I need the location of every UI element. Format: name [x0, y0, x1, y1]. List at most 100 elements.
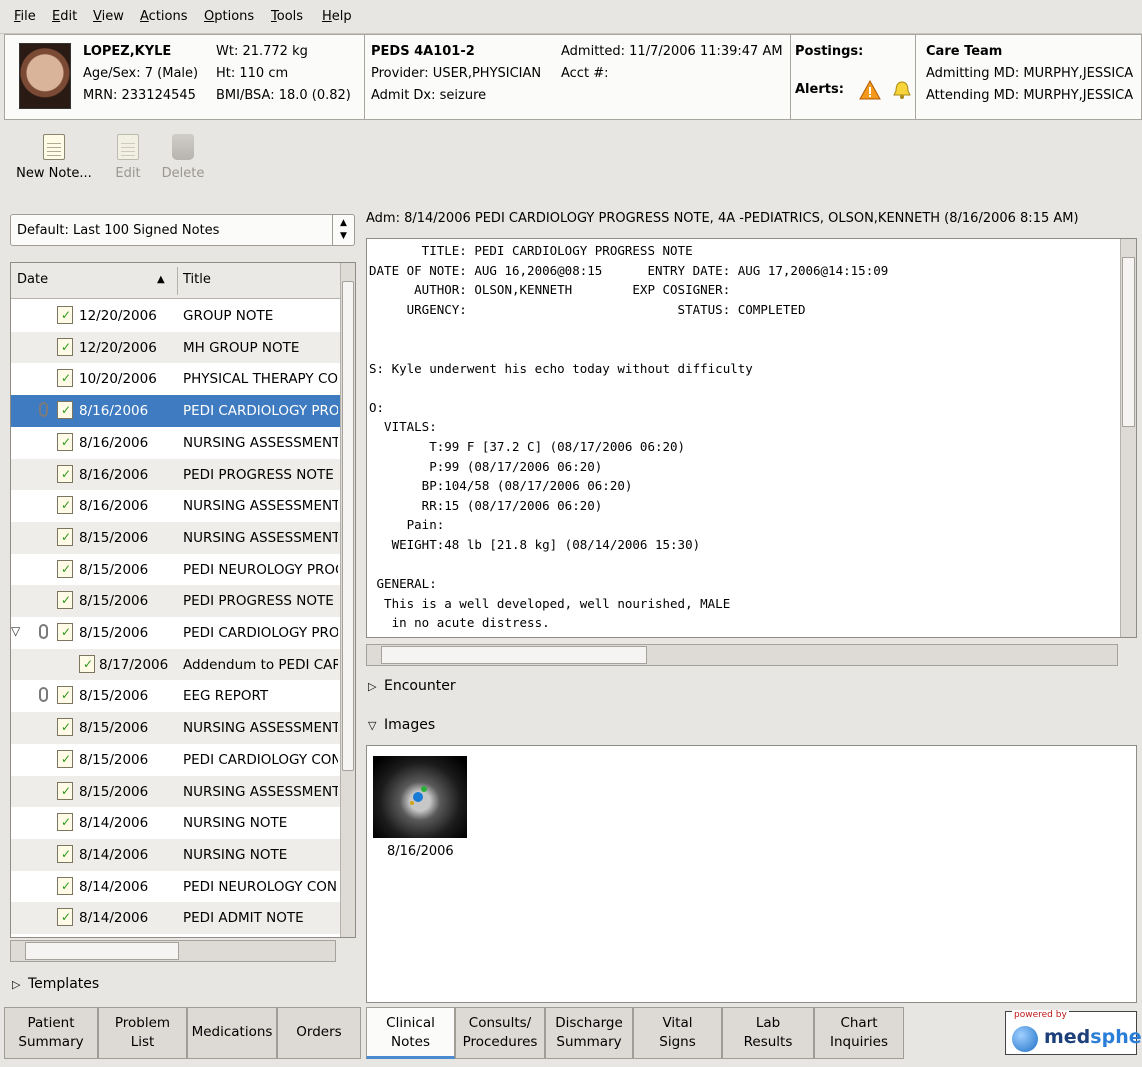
tab-label: Discharge	[555, 1015, 623, 1031]
list-item[interactable]: 8/15/2006 NURSING ASSESSMENT	[11, 521, 341, 554]
encounter-expander[interactable]: ▷ Encounter	[368, 678, 456, 694]
bell-icon[interactable]	[891, 79, 913, 101]
column-title[interactable]: Title	[183, 272, 211, 287]
note-date: 8/14/2006	[79, 878, 149, 895]
tab-label: Results	[743, 1034, 793, 1050]
tab-consults-procedures[interactable]: Consults/Procedures	[455, 1007, 545, 1059]
tab-chart-inquiries[interactable]: Chart Inquiries	[814, 1007, 904, 1059]
note-hscrollbar[interactable]	[366, 644, 1118, 666]
globe-icon	[1012, 1026, 1038, 1052]
warning-icon[interactable]	[859, 79, 881, 101]
templates-expander[interactable]: ▷ Templates	[12, 976, 99, 992]
tab-problem-list[interactable]: Problem List	[98, 1007, 187, 1059]
notes-list-hscrollbar[interactable]	[10, 940, 336, 962]
signed-note-icon	[57, 337, 73, 356]
list-item[interactable]: 8/15/2006 PEDI PROGRESS NOTE	[11, 585, 341, 617]
list-item[interactable]: 8/14/2006 NURSING NOTE	[11, 838, 341, 871]
list-item[interactable]: 12/20/2006 MH GROUP NOTE	[11, 331, 341, 364]
tab-lab-results[interactable]: Lab Results	[722, 1007, 814, 1059]
paperclip-icon	[39, 687, 48, 703]
note-text-view[interactable]: TITLE: PEDI CARDIOLOGY PROGRESS NOTE DAT…	[366, 238, 1137, 638]
tab-vital-signs[interactable]: Vital Signs	[633, 1007, 722, 1059]
note-title: NURSING NOTE	[183, 846, 288, 863]
note-date: 8/15/2006	[79, 529, 149, 546]
alerts-label: Alerts:	[795, 82, 844, 97]
tab-orders[interactable]: Orders	[277, 1007, 361, 1059]
signed-note-icon	[57, 813, 73, 832]
list-item[interactable]: 8/16/2006 NURSING ASSESSMENT	[11, 490, 341, 522]
menu-tools[interactable]: Tools	[271, 9, 303, 24]
list-item[interactable]: 8/14/2006 PEDI NEUROLOGY CONS	[11, 871, 341, 903]
menu-edit[interactable]: Edit	[52, 9, 77, 24]
list-item[interactable]: 12/20/2006 GROUP NOTE	[11, 300, 341, 332]
edit-button[interactable]: Edit	[110, 134, 146, 181]
signed-note-icon	[57, 749, 73, 768]
column-date[interactable]: Date	[17, 272, 48, 287]
powered-by-label: powered by	[1012, 1010, 1069, 1020]
list-item[interactable]: 8/16/2006 NURSING ASSESSMENT	[11, 427, 341, 459]
new-note-icon	[43, 134, 65, 160]
admitting-md: Admitting MD: MURPHY,JESSICA	[926, 66, 1134, 81]
logo-text-med: med	[1044, 1026, 1091, 1048]
menu-view[interactable]: View	[93, 9, 124, 24]
list-item[interactable]: 8/16/2006 PEDI PROGRESS NOTE	[11, 458, 341, 491]
postings-panel[interactable]: Postings: Alerts:	[791, 35, 916, 119]
list-item[interactable]: ▽ 8/15/2006 PEDI CARDIOLOGY PROG	[11, 617, 341, 649]
tab-patient-summary[interactable]: Patient Summary	[4, 1007, 98, 1059]
encounter-info[interactable]: PEDS 4A101-2 Provider: USER,PHYSICIAN Ad…	[365, 35, 791, 119]
patient-bmi: BMI/BSA: 18.0 (0.82)	[216, 88, 351, 103]
note-title: PHYSICAL THERAPY CON	[183, 371, 338, 388]
list-item[interactable]: 8/15/2006 PEDI NEUROLOGY PROG	[11, 554, 341, 586]
tab-clinical-notes[interactable]: Clinical Notes	[366, 1007, 455, 1059]
list-item[interactable]: 8/15/2006 NURSING ASSESSMENT	[11, 712, 341, 744]
edit-note-icon	[117, 134, 139, 160]
echo-image-thumbnail[interactable]	[373, 756, 467, 838]
patient-info[interactable]: LOPEZ,KYLE Age/Sex: 7 (Male) MRN: 233124…	[5, 35, 365, 119]
list-item[interactable]: 8/14/2006 PEDI ADMIT NOTE	[11, 902, 341, 934]
note-date: 8/16/2006	[79, 434, 149, 451]
tab-medications[interactable]: Medications	[187, 1007, 277, 1059]
list-item[interactable]: 8/15/2006 NURSING ASSESSMENT	[11, 775, 341, 808]
note-vscrollbar[interactable]	[1120, 239, 1136, 637]
signed-note-icon	[57, 686, 73, 705]
menu-actions[interactable]: Actions	[140, 9, 188, 24]
menu-options[interactable]: Options	[204, 9, 254, 24]
tab-label: Vital	[662, 1015, 693, 1031]
care-team-panel[interactable]: Care Team Admitting MD: MURPHY,JESSICA A…	[916, 35, 1141, 119]
collapse-arrow-icon[interactable]: ▽	[11, 624, 20, 638]
list-item[interactable]: 8/15/2006 EEG REPORT	[11, 680, 341, 712]
note-title: MH GROUP NOTE	[183, 339, 300, 356]
menu-file[interactable]: File	[14, 9, 36, 24]
note-title: NURSING ASSESSMENT	[183, 498, 338, 515]
note-filter-select[interactable]: Default: Last 100 Signed Notes ▲ ▼	[10, 214, 355, 246]
tab-label: Lab	[755, 1015, 781, 1031]
encounter-label: Encounter	[384, 678, 456, 694]
list-item[interactable]: 8/14/2006 NURSING NOTE	[11, 807, 341, 839]
list-item[interactable]: 8/16/2006 PEDI CARDIOLOGY PROG	[11, 395, 341, 427]
list-item[interactable]: 8/17/2006 Addendum to PEDI CARI	[11, 648, 341, 681]
note-title-header: Adm: 8/14/2006 PEDI CARDIOLOGY PROGRESS …	[366, 211, 1079, 226]
images-expander[interactable]: ▽ Images	[368, 717, 435, 733]
note-title: PEDI ADMIT NOTE	[183, 910, 304, 927]
images-label: Images	[384, 717, 436, 733]
signed-note-icon	[57, 306, 73, 324]
list-item[interactable]: 10/20/2006 PHYSICAL THERAPY CON	[11, 363, 341, 395]
delete-button[interactable]: Delete	[158, 134, 208, 181]
tab-label: Clinical	[386, 1015, 435, 1031]
new-note-button[interactable]: New Note...	[16, 134, 92, 181]
note-title: GROUP NOTE	[183, 308, 274, 324]
tab-label: Chart	[840, 1015, 878, 1031]
menu-help[interactable]: Help	[322, 9, 352, 24]
acct-label: Acct #:	[561, 66, 609, 81]
notes-list[interactable]: Date ▲ Title 12/20/2006GROUP NOTE12/20/2…	[10, 262, 356, 938]
list-item[interactable]: 8/15/2006 PEDI CARDIOLOGY CON	[11, 744, 341, 776]
signed-note-icon	[57, 623, 73, 641]
notes-list-vscrollbar[interactable]	[340, 263, 355, 937]
tab-label: List	[130, 1034, 155, 1050]
note-title: PEDI NEUROLOGY CONS	[183, 878, 338, 895]
note-date: 8/17/2006	[99, 656, 169, 673]
patient-height: Ht: 110 cm	[216, 66, 289, 81]
sort-ascending-icon[interactable]: ▲	[157, 274, 165, 285]
spinner-arrows-icon: ▲ ▼	[332, 215, 354, 245]
tab-discharge-summary[interactable]: Discharge Summary	[545, 1007, 633, 1059]
